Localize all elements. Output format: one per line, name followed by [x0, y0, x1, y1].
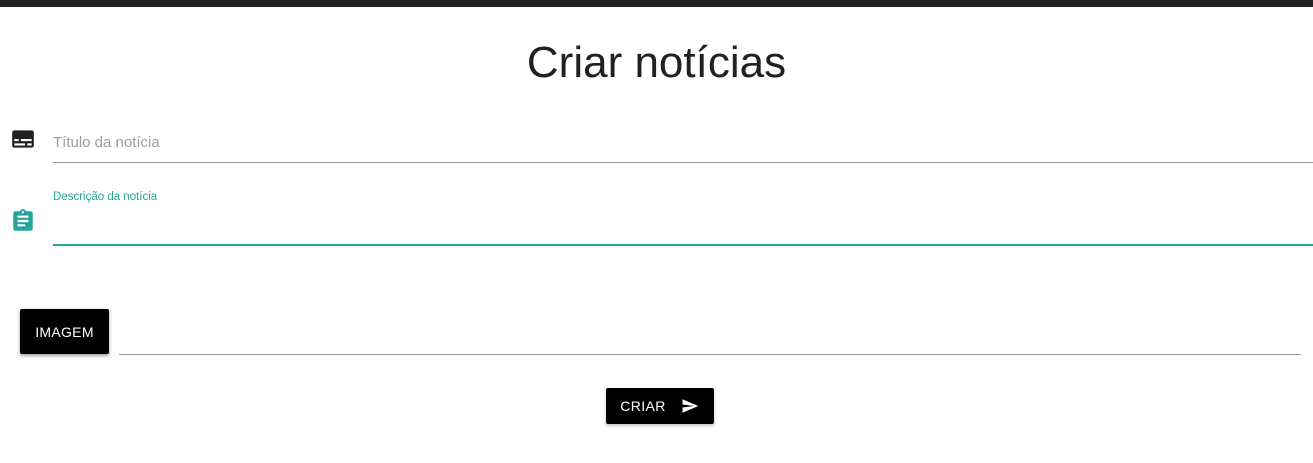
create-button[interactable]: CRIAR — [606, 388, 714, 424]
file-path-input[interactable] — [119, 318, 1301, 355]
top-bar — [0, 0, 1313, 7]
send-icon — [682, 399, 699, 413]
description-input[interactable] — [53, 208, 1313, 246]
assignment-icon — [10, 208, 36, 234]
subtitles-icon — [10, 126, 36, 152]
page-title: Criar notícias — [526, 38, 787, 87]
description-label: Descrição da notícia — [53, 191, 158, 203]
image-upload-button[interactable]: IMAGEM — [20, 309, 109, 354]
title-input[interactable] — [53, 122, 1313, 163]
create-button-label: CRIAR — [620, 398, 666, 414]
